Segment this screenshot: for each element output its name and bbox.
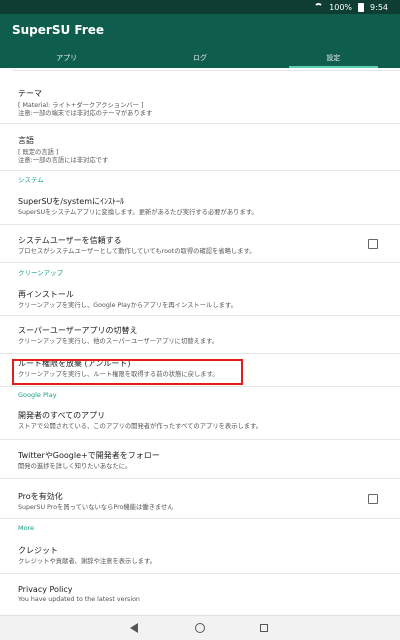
wifi-icon [314, 3, 324, 11]
setting-unroot-title: ルート権限を放棄 (アンルート) [18, 359, 131, 368]
setting-trust-system-user[interactable]: システムユーザーを信頼する プロセスがシステムユーザーとして動作していてもroo… [0, 225, 400, 263]
setting-install-system-title: SuperSUを/systemにｲﾝｽﾄｰﾙ [18, 197, 124, 206]
tab-bar: アプリ ログ 設定 [0, 50, 400, 68]
setting-trust-system-user-title: システムユーザーを信頼する [18, 236, 122, 245]
setting-unroot[interactable]: ルート権限を放棄 (アンルート) クリーンアップを実行し、ルート権限を取得する前… [0, 354, 400, 387]
battery-icon [358, 2, 365, 12]
setting-language-value: [ 既定の言語 ] [18, 149, 59, 156]
setting-reinstall-summary: クリーンアップを実行し、Google Playからアプリを再インストールします。 [18, 302, 237, 309]
back-icon[interactable] [130, 623, 138, 633]
setting-pro-summary: SuperSU Proを買っていないならPro機能は働きません [18, 504, 174, 511]
setting-language-note: 注意:一部の言語には非対応です [18, 157, 109, 164]
setting-pro-title: Proを有効化 [18, 492, 63, 501]
battery-percent: 100% [329, 2, 353, 12]
trust-system-user-checkbox[interactable] [368, 238, 378, 249]
setting-install-system[interactable]: SuperSUを/systemにｲﾝｽﾄｰﾙ SuperSUをシステムアプリに変… [0, 189, 400, 225]
setting-privacy-policy[interactable]: Privacy Policy You have updated to the l… [0, 574, 400, 610]
tab-settings[interactable]: 設定 [267, 50, 400, 68]
setting-switch-su-title: スーパーユーザーアプリの切替え [18, 326, 138, 335]
setting-reinstall[interactable]: 再インストール クリーンアップを実行し、Google Playからアプリを再イン… [0, 283, 400, 316]
section-header-google-play: Google Play [18, 391, 57, 399]
setting-reinstall-title: 再インストール [18, 290, 74, 299]
setting-developer-apps-title: 開発者のすべてのアプリ [18, 411, 106, 420]
navigation-bar [0, 615, 400, 640]
setting-install-system-summary: SuperSUをシステムアプリに変換します。更新があるたび実行する必要があります… [18, 209, 258, 216]
setting-developer-apps-summary: ストアで公開されている、このアプリの開発者が作ったすべてのアプリを表示します。 [18, 423, 263, 430]
clock: 9:54 [370, 2, 388, 12]
setting-theme-note: 注意:一部の端末では非対応のテーマがあります [18, 110, 153, 117]
setting-theme-title: テーマ [18, 89, 42, 98]
tab-log[interactable]: ログ [133, 50, 266, 68]
section-header-system: システム [18, 176, 44, 184]
setting-enable-pro[interactable]: Proを有効化 SuperSU Proを買っていないならPro機能は働きません [0, 479, 400, 519]
section-header-more: More [18, 524, 35, 532]
setting-credits[interactable]: クレジット クレジットや貢献者、謝辞や注意を表示します。 [0, 538, 400, 574]
app-bar: SuperSU Free アプリ ログ 設定 [0, 14, 400, 68]
setting-follow-summary: 開発の進捗を詳しく知りたいあなたに。 [18, 463, 132, 470]
setting-privacy-title: Privacy Policy [18, 585, 73, 594]
section-header-cleanup: クリーンアップ [18, 269, 64, 277]
setting-switch-su-summary: クリーンアップを実行し、他のスーパーユーザーアプリに切替えます。 [18, 338, 219, 345]
settings-list[interactable]: テーマ [ Material: ライト+ダークアクションバー ] 注意:一部の端… [0, 68, 400, 615]
setting-follow-title: TwitterやGoogle+で開発者をフォロー [18, 451, 160, 460]
app-title: SuperSU Free [12, 23, 105, 37]
pro-checkbox[interactable] [368, 493, 378, 504]
setting-trust-system-user-summary: プロセスがシステムユーザーとして動作していてもrootの取得の確認を省略します。 [18, 248, 256, 255]
setting-unroot-summary: クリーンアップを実行し、ルート権限を取得する前の状態に戻します。 [18, 371, 219, 378]
home-icon[interactable] [195, 623, 205, 633]
setting-privacy-summary: You have updated to the latest version [18, 596, 140, 603]
setting-language-title: 言語 [18, 136, 34, 145]
setting-credits-summary: クレジットや貢献者、謝辞や注意を表示します。 [18, 558, 156, 565]
setting-theme-value: [ Material: ライト+ダークアクションバー ] [18, 102, 144, 109]
tab-apps[interactable]: アプリ [0, 50, 133, 68]
recent-apps-icon[interactable] [260, 624, 268, 632]
setting-developer-apps[interactable]: 開発者のすべてのアプリ ストアで公開されている、このアプリの開発者が作ったすべて… [0, 404, 400, 440]
setting-language[interactable]: 言語 [ 既定の言語 ] 注意:一部の言語には非対応です [0, 124, 400, 171]
setting-switch-su[interactable]: スーパーユーザーアプリの切替え クリーンアップを実行し、他のスーパーユーザーアプ… [0, 316, 400, 354]
status-bar: 100% 9:54 [0, 0, 400, 14]
setting-follow-developer[interactable]: TwitterやGoogle+で開発者をフォロー 開発の進捗を詳しく知りたいあな… [0, 440, 400, 479]
setting-credits-title: クレジット [18, 546, 58, 555]
setting-theme[interactable]: テーマ [ Material: ライト+ダークアクションバー ] 注意:一部の端… [0, 71, 400, 124]
